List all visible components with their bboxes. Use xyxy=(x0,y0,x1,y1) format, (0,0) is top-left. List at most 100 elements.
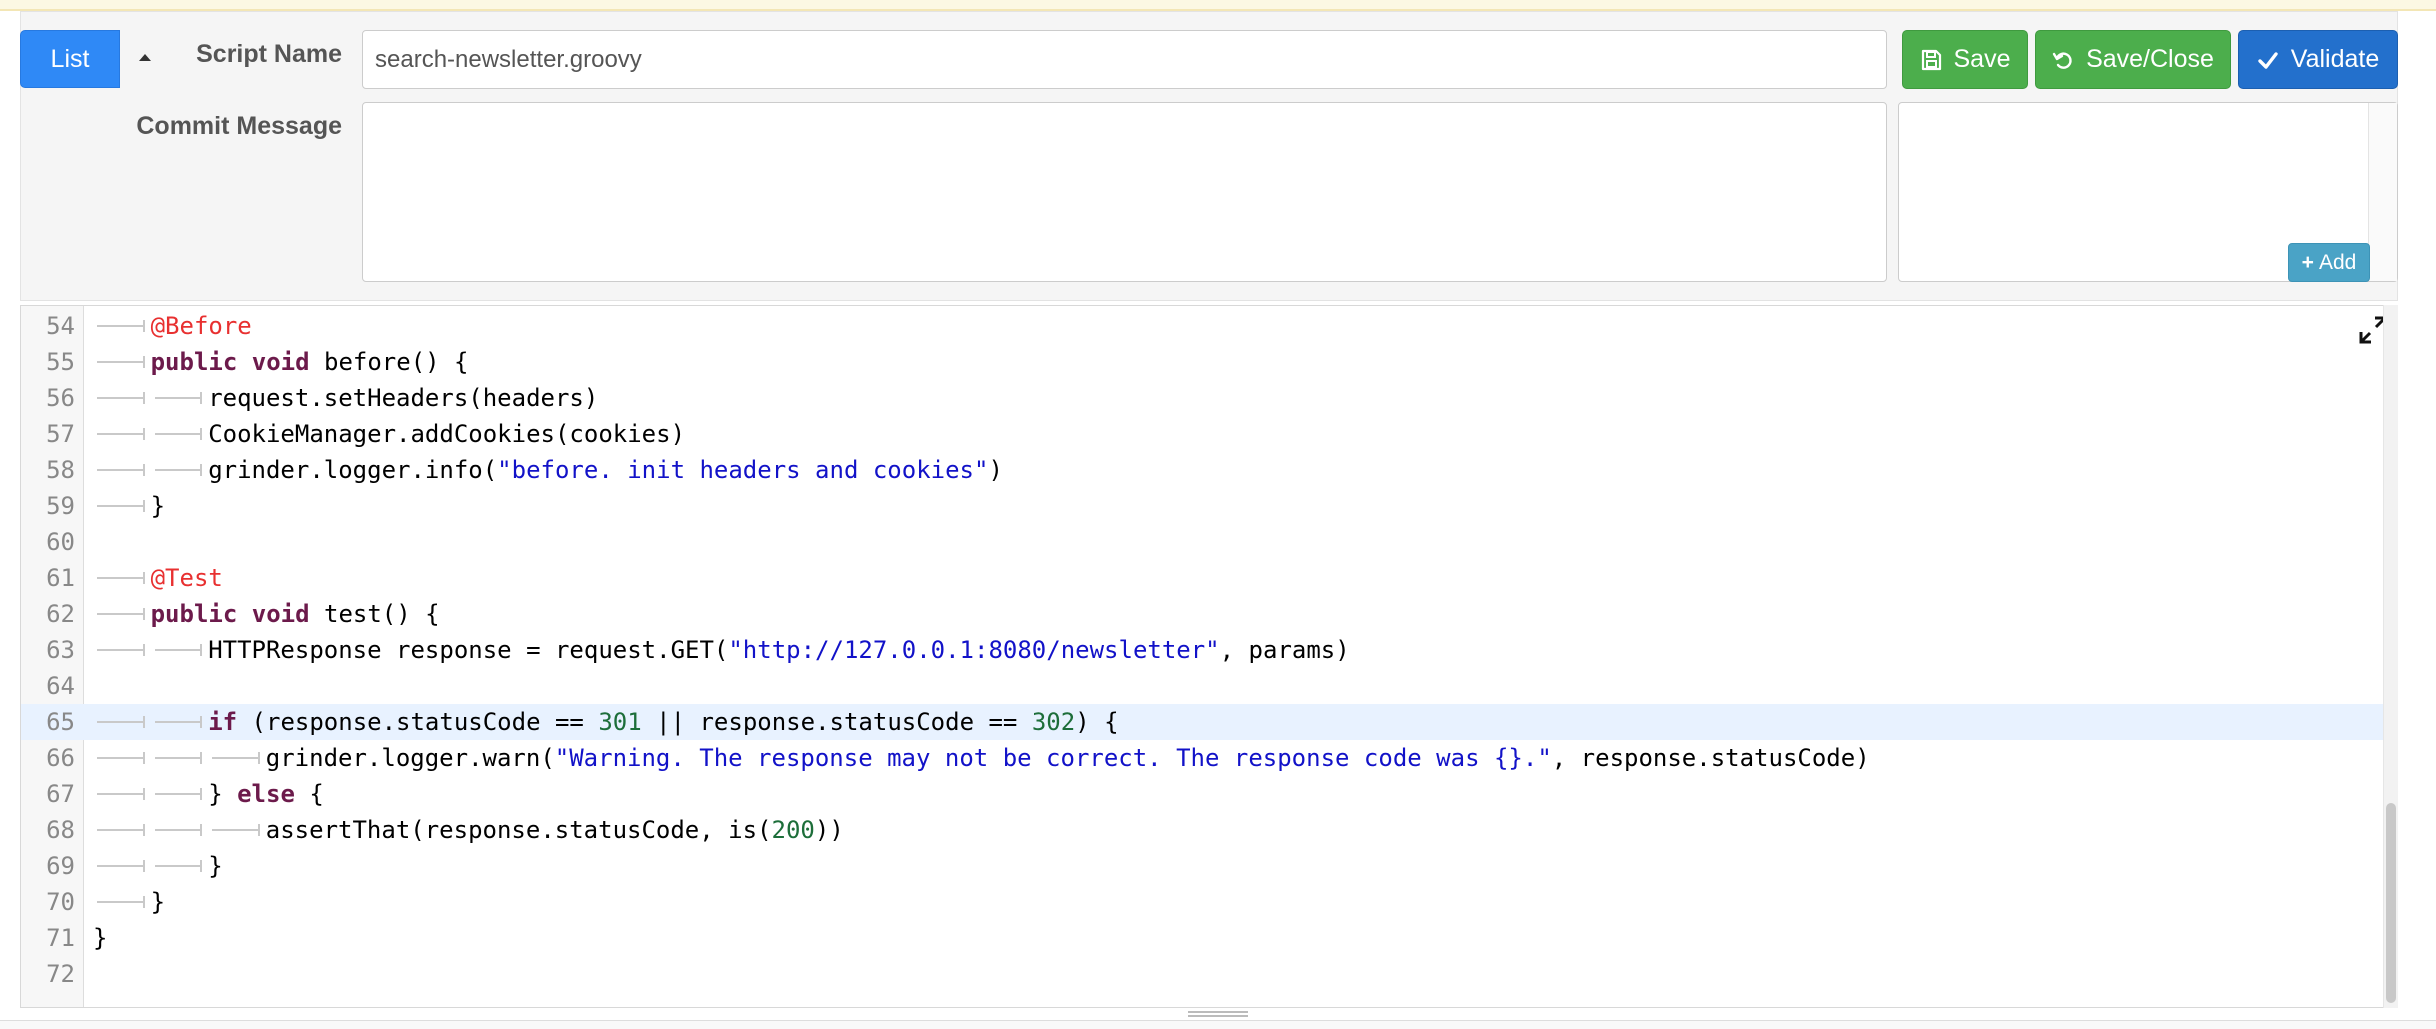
save-button[interactable]: Save xyxy=(1902,30,2028,89)
line-number: 67 xyxy=(46,780,75,808)
add-button[interactable]: + Add xyxy=(2288,243,2370,282)
code-line[interactable]: 60 xyxy=(21,524,2397,560)
code-token: public void xyxy=(150,600,310,628)
editor-scrollbar[interactable] xyxy=(2383,305,2398,1008)
code-token: , params) xyxy=(1219,636,1350,664)
save-close-button[interactable]: Save/Close xyxy=(2035,30,2231,89)
validate-label: Validate xyxy=(2290,45,2380,73)
code-lines: 54 @Before 55 public void before() { 56 reque… xyxy=(21,306,2397,1007)
undo-icon xyxy=(2052,51,2072,69)
code-token: @Test xyxy=(150,564,223,592)
tab-indent-marker xyxy=(93,380,151,416)
line-number: 58 xyxy=(46,456,75,484)
code-text: } xyxy=(93,884,165,920)
code-line[interactable]: 68 assertThat(response.statusCode, is(200… xyxy=(21,812,2397,848)
top-notice-strip xyxy=(0,0,2436,11)
tab-indent-marker xyxy=(93,596,151,632)
script-name-input[interactable]: search-newsletter.groovy xyxy=(362,30,1887,89)
line-number: 65 xyxy=(46,708,75,736)
code-text: public void test() { xyxy=(93,596,440,632)
add-label: Add xyxy=(2318,250,2357,274)
code-text: } xyxy=(93,920,107,956)
code-token: } xyxy=(150,888,166,916)
line-number: 56 xyxy=(46,384,75,412)
caret-up-icon xyxy=(139,54,151,61)
save-icon xyxy=(1921,49,1941,70)
code-token: request.setHeaders(headers) xyxy=(208,384,599,412)
code-token: { xyxy=(294,780,324,808)
code-token: "http://127.0.0.1:8080/newsletter" xyxy=(728,636,1220,664)
code-line[interactable]: 65 if (response.statusCode == 301 || resp… xyxy=(21,704,2397,740)
line-number: 57 xyxy=(46,420,75,448)
code-line[interactable]: 67 } else { xyxy=(21,776,2397,812)
code-line[interactable]: 66 grinder.logger.warn("Warning. The resp… xyxy=(21,740,2397,776)
code-line[interactable]: 63 HTTPResponse response = request.GET("h… xyxy=(21,632,2397,668)
code-text: } xyxy=(93,488,165,524)
code-text: } else { xyxy=(93,776,324,812)
code-line[interactable]: 64 xyxy=(21,668,2397,704)
list-button-label: List xyxy=(50,44,90,73)
tab-indent-marker xyxy=(93,344,151,380)
check-icon xyxy=(2258,51,2278,69)
tab-indent-marker xyxy=(93,416,151,452)
code-token: || response.statusCode == xyxy=(641,708,1032,736)
target-host-scrollbar[interactable] xyxy=(2368,103,2397,281)
code-text: @Before xyxy=(93,308,252,344)
code-line[interactable]: 71} xyxy=(21,920,2397,956)
code-text: } xyxy=(93,848,223,884)
line-number: 61 xyxy=(46,564,75,592)
line-number: 71 xyxy=(46,924,75,952)
line-number: 72 xyxy=(46,960,75,988)
code-line[interactable]: 55 public void before() { xyxy=(21,344,2397,380)
line-number: 55 xyxy=(46,348,75,376)
code-line[interactable]: 54 @Before xyxy=(21,308,2397,344)
code-token: } xyxy=(150,492,166,520)
code-text: @Test xyxy=(93,560,223,596)
tab-indent-marker xyxy=(93,560,151,596)
code-text: assertThat(response.statusCode, is(200)) xyxy=(93,812,844,848)
script-name-value: search-newsletter.groovy xyxy=(375,45,642,73)
editor-scrollbar-thumb[interactable] xyxy=(2386,803,2396,1003)
code-line[interactable]: 72 xyxy=(21,956,2397,992)
commit-message-label: Commit Message xyxy=(136,112,342,140)
list-button[interactable]: List xyxy=(20,30,120,88)
script-name-label: Script Name xyxy=(196,40,342,68)
tab-indent-marker xyxy=(151,812,209,848)
code-token: if xyxy=(208,708,238,736)
tab-indent-marker xyxy=(208,740,266,776)
tab-indent-marker xyxy=(151,740,209,776)
collapse-toggle[interactable] xyxy=(132,44,158,70)
tab-indent-marker xyxy=(151,848,209,884)
save-label: Save xyxy=(1953,45,2011,73)
tab-indent-marker xyxy=(93,776,151,812)
code-line[interactable]: 57 CookieManager.addCookies(cookies) xyxy=(21,416,2397,452)
code-line[interactable]: 58 grinder.logger.info("before. init head… xyxy=(21,452,2397,488)
code-token: , response.statusCode) xyxy=(1551,744,1870,772)
validate-button[interactable]: Validate xyxy=(2238,30,2398,89)
code-token: grinder.logger.warn( xyxy=(265,744,555,772)
line-number: 69 xyxy=(46,852,75,880)
code-text: grinder.logger.warn("Warning. The respon… xyxy=(93,740,1870,776)
line-number: 68 xyxy=(46,816,75,844)
editor-resize-handle[interactable] xyxy=(1188,1009,1248,1019)
code-line[interactable]: 69} xyxy=(21,848,2397,884)
code-line[interactable]: 70} xyxy=(21,884,2397,920)
code-text: if (response.statusCode == 301 || respon… xyxy=(93,704,1119,740)
save-close-label: Save/Close xyxy=(2086,45,2214,73)
code-editor[interactable]: 54 @Before 55 public void before() { 56 reque… xyxy=(20,305,2398,1008)
code-line[interactable]: 56 request.setHeaders(headers) xyxy=(21,380,2397,416)
code-line[interactable]: 61 @Test xyxy=(21,560,2397,596)
code-line[interactable]: 62 public void test() { xyxy=(21,596,2397,632)
tab-indent-marker xyxy=(93,848,151,884)
tab-indent-marker xyxy=(151,776,209,812)
tab-indent-marker xyxy=(93,308,151,344)
line-number: 59 xyxy=(46,492,75,520)
tab-indent-marker xyxy=(93,632,151,668)
code-token: 302 xyxy=(1031,708,1076,736)
line-number: 70 xyxy=(46,888,75,916)
code-line[interactable]: 59} xyxy=(21,488,2397,524)
code-token: "before. init headers and cookies" xyxy=(497,456,989,484)
line-number: 66 xyxy=(46,744,75,772)
tab-indent-marker xyxy=(93,812,151,848)
commit-message-textarea[interactable] xyxy=(362,102,1887,282)
